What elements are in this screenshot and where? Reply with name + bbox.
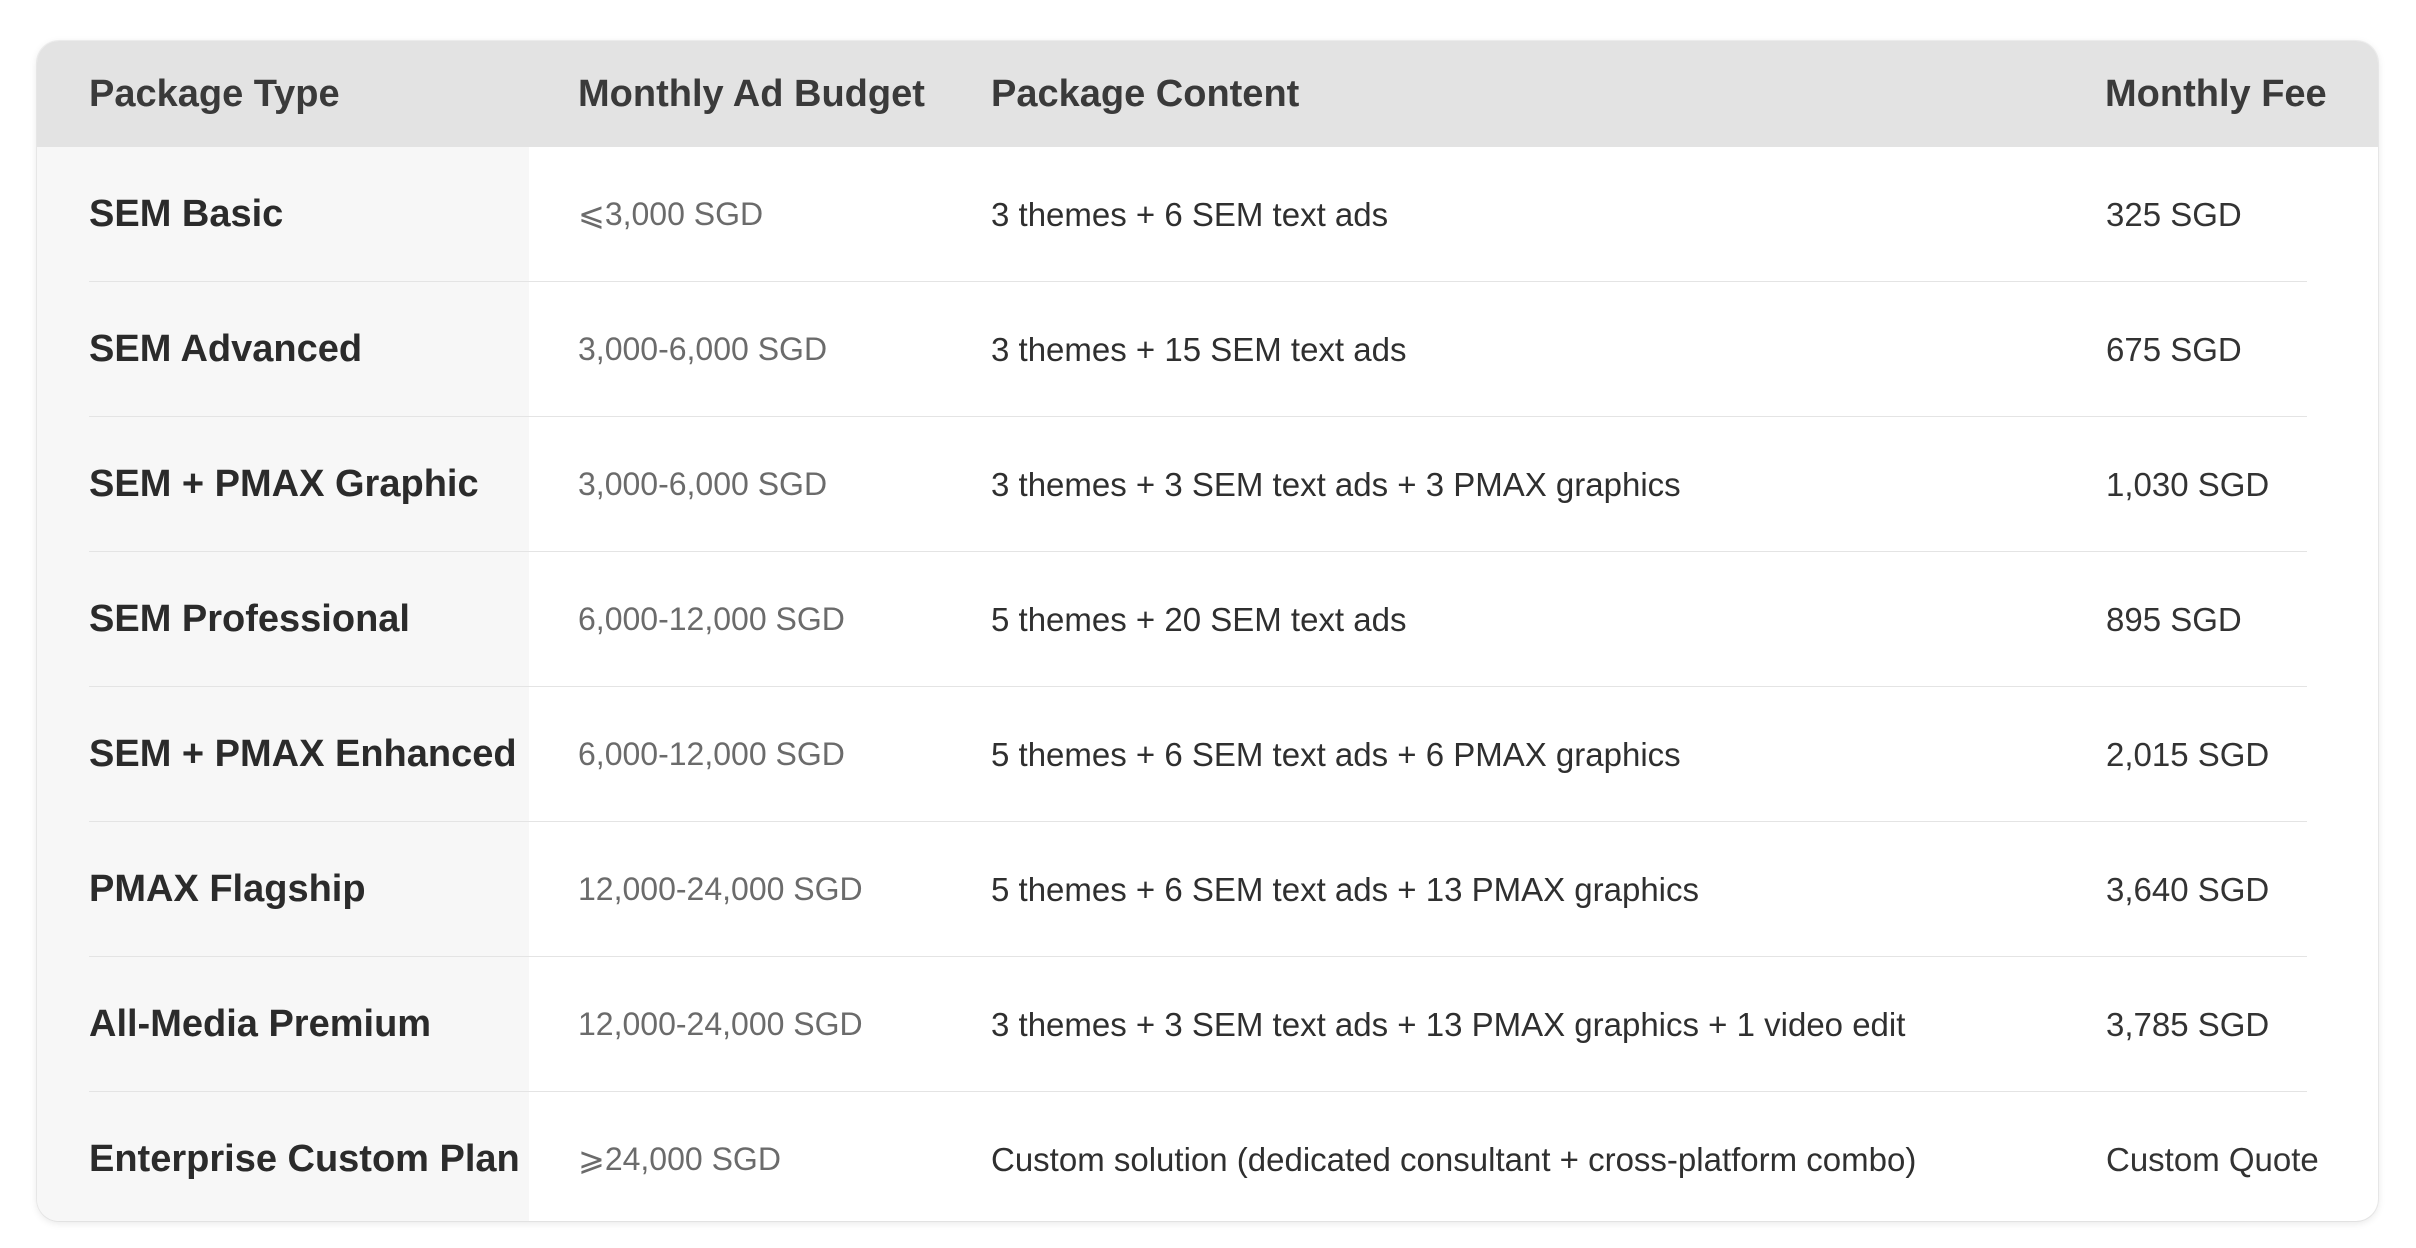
fee-cell: Custom Quote bbox=[2106, 1141, 2319, 1178]
content-cell: 5 themes + 6 SEM text ads + 6 PMAX graph… bbox=[991, 736, 1681, 773]
budget-cell: ⩽3,000 SGD bbox=[578, 196, 764, 232]
budget-cell: 3,000-6,000 SGD bbox=[578, 331, 828, 367]
header-package-type: Package Type bbox=[89, 73, 340, 115]
fee-cell: 325 SGD bbox=[2106, 196, 2242, 233]
content-cell: 5 themes + 20 SEM text ads bbox=[991, 601, 1407, 638]
package-type-cell: SEM Advanced bbox=[89, 328, 363, 370]
package-type-cell: SEM + PMAX Graphic bbox=[89, 463, 479, 505]
budget-cell: 12,000-24,000 SGD bbox=[578, 1006, 863, 1042]
package-type-cell: All-Media Premium bbox=[89, 1003, 432, 1045]
package-type-cell: SEM Professional bbox=[89, 598, 410, 640]
table-row: PMAX Flagship 12,000-24,000 SGD 5 themes… bbox=[37, 822, 2378, 957]
table-row: SEM Professional 6,000-12,000 SGD 5 them… bbox=[37, 552, 2378, 687]
content-cell: 3 themes + 3 SEM text ads + 3 PMAX graph… bbox=[991, 466, 1681, 503]
table-row: SEM Advanced 3,000-6,000 SGD 3 themes + … bbox=[37, 282, 2378, 417]
package-type-cell: PMAX Flagship bbox=[89, 868, 366, 910]
pricing-table: Package Type Monthly Ad Budget Package C… bbox=[37, 41, 2378, 1221]
budget-cell: ⩾24,000 SGD bbox=[578, 1141, 781, 1177]
package-type-cell: Enterprise Custom Plan bbox=[89, 1138, 520, 1180]
fee-cell: 675 SGD bbox=[2106, 331, 2242, 368]
budget-cell: 6,000-12,000 SGD bbox=[578, 601, 845, 637]
content-cell: 3 themes + 6 SEM text ads bbox=[991, 196, 1389, 233]
table-header: Package Type Monthly Ad Budget Package C… bbox=[37, 41, 2378, 147]
header-monthly-fee: Monthly Fee bbox=[2105, 73, 2327, 115]
package-type-cell: SEM + PMAX Enhanced bbox=[89, 733, 517, 775]
header-monthly-ad-budget: Monthly Ad Budget bbox=[578, 73, 925, 115]
content-cell: 5 themes + 6 SEM text ads + 13 PMAX grap… bbox=[991, 871, 1700, 908]
content-cell: 3 themes + 3 SEM text ads + 13 PMAX grap… bbox=[991, 1006, 1906, 1043]
fee-cell: 1,030 SGD bbox=[2106, 466, 2270, 503]
budget-cell: 6,000-12,000 SGD bbox=[578, 736, 845, 772]
fee-cell: 3,785 SGD bbox=[2106, 1006, 2270, 1043]
budget-cell: 3,000-6,000 SGD bbox=[578, 466, 828, 502]
fee-cell: 2,015 SGD bbox=[2106, 736, 2270, 773]
table-row: SEM Basic ⩽3,000 SGD 3 themes + 6 SEM te… bbox=[37, 147, 2378, 282]
table-row: SEM + PMAX Enhanced 6,000-12,000 SGD 5 t… bbox=[37, 687, 2378, 822]
content-cell: Custom solution (dedicated consultant + … bbox=[991, 1141, 1917, 1178]
fee-cell: 895 SGD bbox=[2106, 601, 2242, 638]
content-cell: 3 themes + 15 SEM text ads bbox=[991, 331, 1407, 368]
fee-cell: 3,640 SGD bbox=[2106, 871, 2270, 908]
header-package-content: Package Content bbox=[991, 73, 1300, 115]
table-row: SEM + PMAX Graphic 3,000-6,000 SGD 3 the… bbox=[37, 417, 2378, 552]
table-row: All-Media Premium 12,000-24,000 SGD 3 th… bbox=[37, 957, 2378, 1092]
budget-cell: 12,000-24,000 SGD bbox=[578, 871, 863, 907]
table-row: Enterprise Custom Plan ⩾24,000 SGD Custo… bbox=[37, 1092, 2378, 1221]
package-type-cell: SEM Basic bbox=[89, 193, 284, 235]
